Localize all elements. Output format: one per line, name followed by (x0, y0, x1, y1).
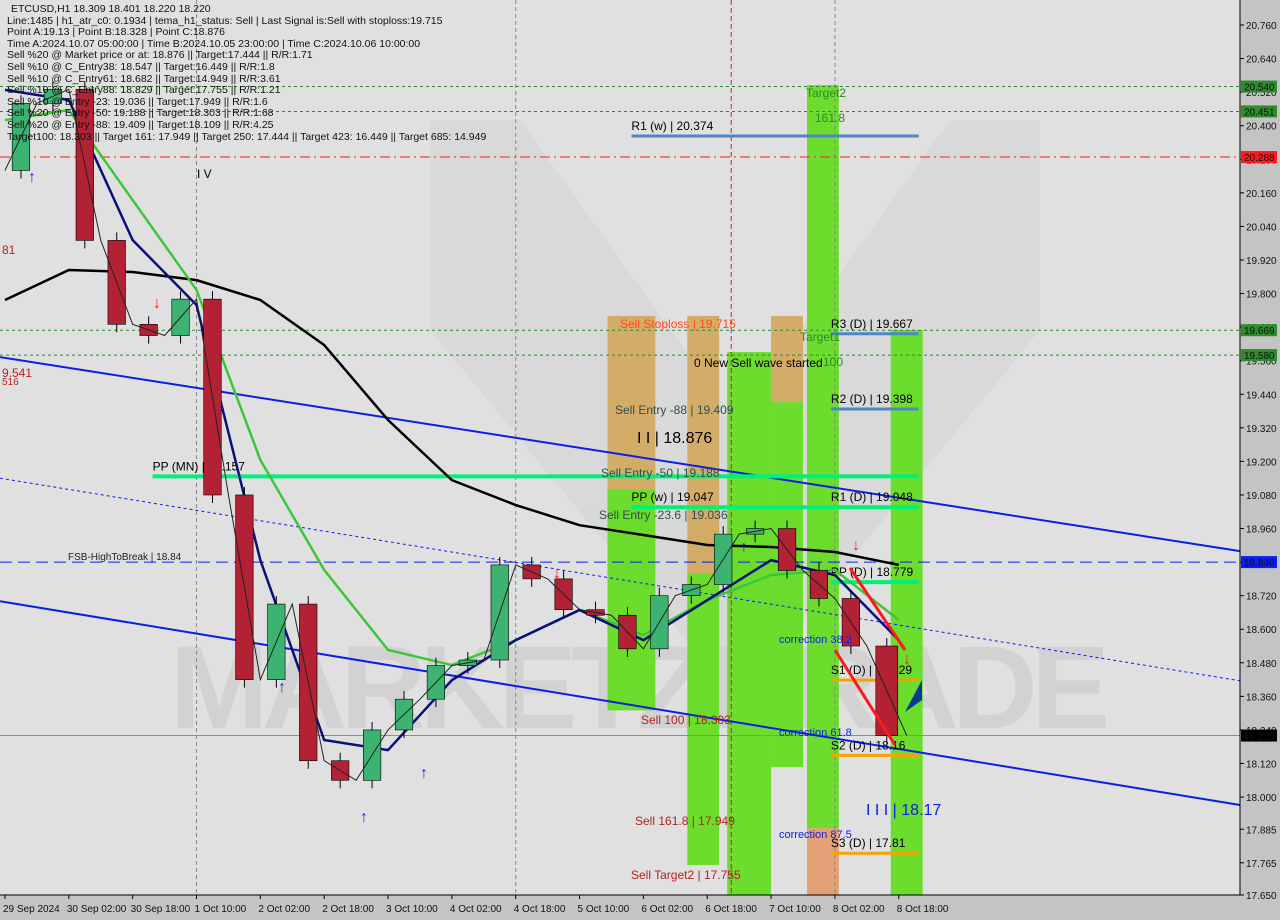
price-tick-label: 20.400 (1246, 122, 1277, 133)
buy-arrow-icon: ↑ (360, 809, 368, 826)
time-tick-label: 29 Sep 2024 (3, 904, 60, 915)
wave-iv-label: I V (197, 167, 212, 181)
info-line: Sell %10 @ C_Entry88: 18.829 || Target:1… (7, 84, 281, 97)
time-tick-label: 6 Oct 18:00 (705, 904, 757, 915)
price-level-tag-label: 20.451 (1244, 107, 1275, 118)
target2-pct: 161.8 (815, 111, 845, 125)
sell-arrow-icon: ↓ (153, 295, 161, 312)
correction-382-label: correction 38.2 (779, 634, 852, 646)
fsb-label: FSB-HighToBreak | 18.84 (68, 552, 182, 563)
price-tick-label: 18.600 (1246, 625, 1277, 636)
price-level-tag-label: 18.840 (1244, 558, 1275, 569)
time-tick-label: 30 Sep 02:00 (67, 904, 127, 915)
pivot-label: R3 (D) | 19.667 (831, 317, 913, 331)
price-level-tag-label: 19.669 (1244, 326, 1275, 337)
price-tick-label: 18.720 (1246, 592, 1277, 603)
sell-target2-label: Sell Target2 | 17.755 (631, 868, 741, 882)
time-tick-label: 2 Oct 02:00 (258, 904, 310, 915)
pivot-label: R2 (D) | 19.398 (831, 392, 913, 406)
price-tick-label: 20.160 (1246, 189, 1277, 200)
time-tick-label: 4 Oct 18:00 (514, 904, 566, 915)
price-level-tag-label: 19.580 (1244, 351, 1275, 362)
buy-arrow-icon: ↑ (278, 679, 286, 696)
pivot-label: S2 (D) | 18.16 (831, 738, 906, 752)
target1-label: Target1 (800, 330, 840, 344)
price-tick-label: 18.960 (1246, 525, 1277, 536)
time-tick-label: 7 Oct 10:00 (769, 904, 821, 915)
target2-label: Target2 (806, 86, 846, 100)
pivot-label: PP (w) | 19.047 (631, 490, 714, 504)
buy-arrow-icon: ↑ (740, 539, 748, 556)
buy-arrow-icon: ↑ (28, 169, 36, 186)
left-level-516: 516 (2, 377, 19, 388)
correction-875-label: correction 87.5 (779, 829, 852, 841)
price-tick-label: 19.800 (1246, 290, 1277, 301)
price-tick-label: 18.480 (1246, 659, 1277, 670)
time-tick-label: 4 Oct 02:00 (450, 904, 502, 915)
sell-161-label: Sell 161.8 | 17.949 (635, 814, 735, 828)
correction-618-label: correction 61.8 (779, 727, 852, 739)
price-tick-label: 19.320 (1246, 424, 1277, 435)
price-tick-label: 20.640 (1246, 55, 1277, 66)
sell-arrow-icon: ↓ (553, 565, 561, 582)
time-tick-label: 5 Oct 10:00 (578, 904, 630, 915)
price-tick-label: 19.200 (1246, 457, 1277, 468)
sell-arrow-icon: ↓ (903, 651, 911, 668)
sell-entry-50-label: Sell Entry -50 | 19.188 (601, 466, 720, 480)
chart-title: ETCUSD,H1 18.309 18.401 18.220 18.220 (11, 3, 211, 15)
price-tick-label: 18.000 (1246, 793, 1277, 804)
indicator-info-panel: ETCUSD,H1 18.309 18.401 18.220 18.220 Li… (7, 3, 487, 143)
price-tick-label: 20.040 (1246, 222, 1277, 233)
target1-pct: 100 (823, 355, 843, 369)
price-tick-label: 19.920 (1246, 256, 1277, 267)
price-tick-label: 17.650 (1246, 891, 1277, 902)
info-line: Sell %10 @ C_Entry38: 18.547 || Target:1… (7, 60, 275, 73)
wave-c-label: I I | 18.876 (637, 430, 712, 447)
time-tick-label: 30 Sep 18:00 (131, 904, 191, 915)
time-tick-label: 1 Oct 10:00 (195, 904, 247, 915)
wave-iii-label: I I I | 18.17 (866, 802, 941, 819)
info-line: Sell %20 @ Entry -88: 19.409 || Target:1… (7, 118, 274, 131)
price-level-tag-label: 20.540 (1244, 83, 1275, 94)
sell-stoploss-label: Sell Stoploss | 19.715 (620, 317, 736, 331)
price-tick-label: 17.765 (1246, 859, 1277, 870)
price-tick-label: 17.885 (1246, 825, 1277, 836)
time-tick-label: 8 Oct 02:00 (833, 904, 885, 915)
pivot-label: PP (MN) | 19.157 (153, 459, 246, 473)
price-tick-label: 20.760 (1246, 21, 1277, 32)
price-tick-label: 18.120 (1246, 760, 1277, 771)
time-tick-label: 6 Oct 02:00 (641, 904, 693, 915)
price-tick-label: 19.080 (1246, 491, 1277, 502)
price-axis[interactable]: 20.76020.64020.52020.40020.28020.16020.0… (1240, 21, 1277, 902)
info-line: Target100: 18.303 || Target 161: 17.949 … (7, 130, 487, 143)
sell-arrow-icon: ↓ (852, 537, 860, 554)
green-zone (806, 85, 839, 829)
new-sell-wave-label: 0 New Sell wave started (694, 356, 823, 370)
buy-arrow-icon: ↑ (420, 765, 428, 782)
left-level-81: 81 (2, 243, 16, 257)
time-tick-label: 2 Oct 18:00 (322, 904, 374, 915)
green-zone (771, 402, 803, 768)
price-level-tag-label: 18.220 (1244, 732, 1275, 743)
sell-100-label: Sell 100 | 18.303 (641, 713, 731, 727)
time-tick-label: 8 Oct 18:00 (897, 904, 949, 915)
sell-entry-23-label: Sell Entry -23.6 | 19.036 (599, 508, 728, 522)
time-axis[interactable]: 29 Sep 2024 30 Sep 02:00 30 Sep 18:00 1 Oct… (3, 895, 949, 915)
sell-entry-88-label: Sell Entry -88 | 19.409 (615, 403, 734, 417)
price-tick-label: 18.360 (1246, 692, 1277, 703)
price-tick-label: 19.440 (1246, 390, 1277, 401)
price-level-tag-label: 20.288 (1244, 153, 1275, 164)
time-tick-label: 3 Oct 10:00 (386, 904, 438, 915)
pivot-label: R1 (w) | 20.374 (631, 119, 713, 133)
pivot-label: R1 (D) | 19.048 (831, 490, 913, 504)
green-zone (607, 489, 656, 711)
